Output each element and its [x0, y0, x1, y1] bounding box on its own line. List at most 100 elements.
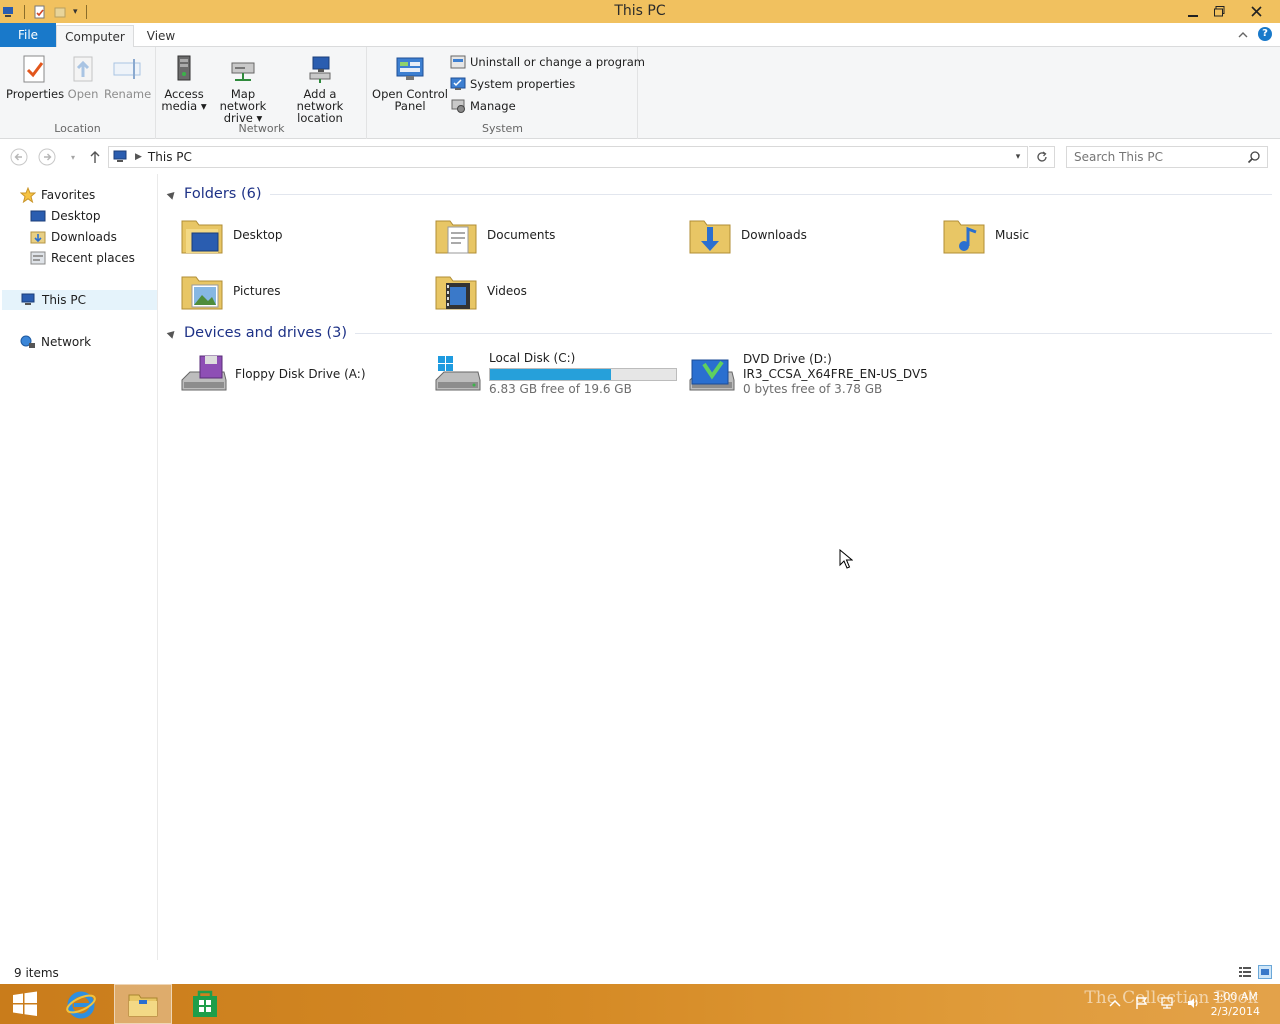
map-network-drive-button[interactable]: Map network drive ▾	[207, 53, 279, 124]
folder-tile-videos[interactable]: Videos	[424, 265, 674, 317]
refresh-button[interactable]	[1029, 146, 1055, 168]
folder-name: Pictures	[233, 284, 281, 298]
minimize-button[interactable]	[1179, 0, 1206, 23]
back-button[interactable]	[10, 148, 28, 166]
view-switcher	[1238, 965, 1272, 979]
system-properties-label: System properties	[470, 77, 576, 91]
minimize-icon	[1187, 14, 1198, 17]
taskbar: The Collection Book 3:00 AM 2/3/2014	[0, 984, 1280, 1024]
programs-icon	[450, 55, 466, 69]
tab-computer[interactable]: Computer	[56, 25, 134, 47]
forward-button[interactable]	[38, 148, 56, 166]
uninstall-program-button[interactable]: Uninstall or change a program	[450, 52, 645, 72]
tab-view[interactable]: View	[140, 25, 182, 47]
back-arrow-icon	[10, 148, 28, 166]
folder-tile-downloads[interactable]: Downloads	[678, 209, 928, 261]
folder-tile-desktop[interactable]: Desktop	[170, 209, 420, 261]
nav-item-network[interactable]: Network	[20, 332, 91, 352]
breadcrumb-chevron-icon[interactable]: ▶	[135, 152, 142, 162]
folder-tile-documents[interactable]: Documents	[424, 209, 674, 261]
open-button[interactable]: Open	[64, 53, 102, 100]
address-history-dropdown[interactable]: ▾	[1009, 147, 1027, 167]
recent-locations-button[interactable]: ▾	[64, 148, 82, 166]
nav-item-desktop[interactable]: Desktop	[30, 206, 101, 226]
disk-usage-fill	[490, 369, 611, 380]
nav-item-downloads[interactable]: Downloads	[30, 227, 117, 247]
drive-tile-floppy[interactable]: Floppy Disk Drive (A:)	[170, 346, 420, 402]
nav-item-recent-places[interactable]: Recent places	[30, 248, 135, 268]
map-drive-label: Map network	[219, 87, 267, 113]
rename-button[interactable]: Rename	[104, 53, 152, 101]
drive-info: Local Disk (C:) 6.83 GB free of 19.6 GB	[489, 351, 677, 397]
show-hidden-icons-icon[interactable]	[1108, 996, 1122, 1010]
section-divider	[269, 193, 1272, 195]
search-input[interactable]	[1067, 147, 1237, 167]
downloads-folder-icon	[30, 231, 46, 244]
tab-file[interactable]: File	[0, 23, 56, 47]
breadcrumb-this-pc[interactable]: This PC	[148, 150, 192, 164]
drive-tile-local-disk[interactable]: Local Disk (C:) 6.83 GB free of 19.6 GB	[424, 346, 677, 402]
taskbar-store[interactable]	[176, 984, 234, 1024]
search-icon[interactable]	[1247, 150, 1261, 164]
close-icon	[1251, 6, 1262, 17]
title-bar: ▾ This PC	[0, 0, 1280, 23]
rename-label: Rename	[104, 87, 152, 101]
section-header-devices[interactable]: Devices and drives (3)	[166, 322, 1272, 344]
drive-free-space: 6.83 GB free of 19.6 GB	[489, 382, 632, 396]
system-properties-button[interactable]: System properties	[450, 74, 575, 94]
start-button[interactable]	[0, 984, 50, 1024]
desktop-folder-icon	[181, 220, 223, 254]
taskbar-file-explorer[interactable]	[114, 984, 172, 1024]
taskbar-clock[interactable]: 3:00 AM 2/3/2014	[1211, 989, 1260, 1019]
forward-arrow-icon	[38, 148, 56, 166]
restore-button[interactable]	[1206, 0, 1233, 23]
status-bar: 9 items	[0, 962, 1280, 984]
add-network-location-button[interactable]: Add a network location	[279, 53, 361, 124]
navigation-pane: Favorites Desktop Downloads Recent place…	[0, 174, 158, 960]
close-button[interactable]	[1233, 0, 1280, 23]
computer-icon	[113, 150, 127, 162]
folder-name: Documents	[487, 228, 556, 242]
window-title: This PC	[614, 3, 666, 19]
network-status-icon[interactable]	[1160, 996, 1174, 1010]
dvd-drive-icon	[689, 359, 735, 391]
open-icon	[73, 56, 93, 82]
nav-item-this-pc[interactable]: This PC	[2, 290, 157, 310]
drive-tile-dvd[interactable]: DVD Drive (D:) IR3_CCSA_X64FRE_EN-US_DV5…	[678, 346, 928, 402]
up-arrow-icon	[90, 151, 100, 163]
action-center-flag-icon[interactable]	[1134, 996, 1148, 1010]
drive-info: Floppy Disk Drive (A:)	[235, 367, 366, 382]
window-controls	[1179, 0, 1280, 23]
open-control-panel-button[interactable]: Open Control Panel	[372, 53, 448, 112]
address-bar[interactable]: ▶ This PC ▾	[108, 146, 1028, 168]
clock-date: 2/3/2014	[1210, 1005, 1260, 1018]
details-view-icon[interactable]	[1238, 965, 1252, 979]
ribbon-tab-bar: File Computer View ?	[0, 23, 1280, 47]
folder-tile-pictures[interactable]: Pictures	[170, 265, 420, 317]
section-header-folders[interactable]: Folders (6)	[166, 183, 1272, 205]
access-media-button[interactable]: Access media ▾	[161, 53, 207, 112]
uninstall-label: Uninstall or change a program	[470, 55, 645, 69]
recent-places-icon	[30, 251, 46, 265]
mouse-cursor-icon	[839, 549, 853, 569]
up-button[interactable]	[86, 148, 104, 166]
collapse-ribbon-icon[interactable]	[1238, 30, 1248, 38]
ribbon-group-network: Access media ▾ Map network drive ▾ Add a…	[157, 47, 367, 139]
section-title-folders: Folders (6)	[184, 186, 262, 202]
folder-tile-music[interactable]: Music	[932, 209, 1182, 261]
tiles-view-icon[interactable]	[1258, 965, 1272, 979]
folder-name: Desktop	[233, 228, 283, 242]
desktop-icon	[30, 210, 46, 222]
properties-button[interactable]: Properties	[6, 53, 64, 100]
refresh-icon	[1036, 151, 1047, 162]
help-icon[interactable]: ?	[1258, 27, 1272, 41]
volume-icon[interactable]	[1186, 996, 1200, 1010]
nav-item-favorites[interactable]: Favorites	[20, 185, 95, 205]
group-label-network: Network	[238, 122, 285, 135]
item-count: 9 items	[14, 966, 59, 980]
taskbar-internet-explorer[interactable]	[52, 984, 110, 1024]
manage-button[interactable]: Manage	[450, 96, 516, 116]
restore-icon	[1214, 6, 1225, 17]
drive-name: Floppy Disk Drive (A:)	[235, 366, 366, 381]
documents-folder-icon	[435, 220, 477, 254]
